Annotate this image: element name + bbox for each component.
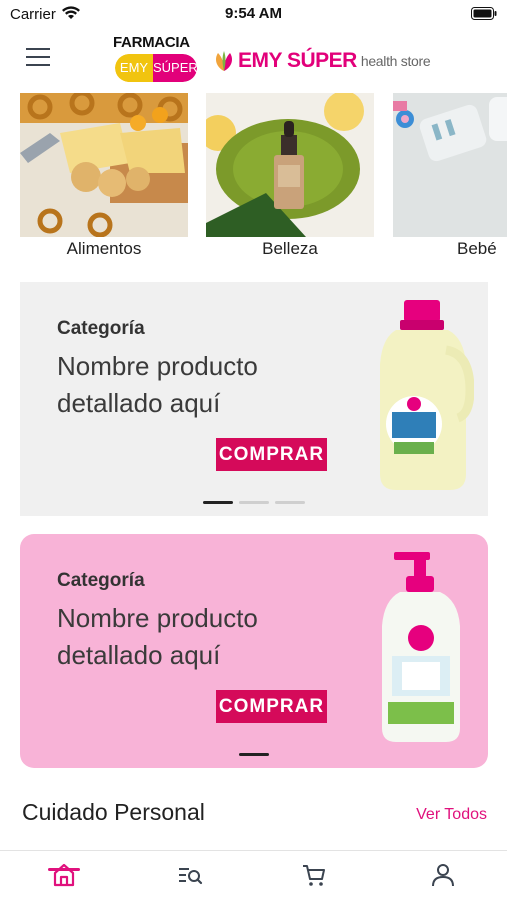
battery-icon	[471, 7, 497, 20]
farmacia-logo-left: EMY	[115, 54, 153, 82]
leaf-icon	[216, 51, 232, 71]
category-label-bebe: Bebé	[457, 239, 497, 258]
detergent-bottle-image	[380, 300, 474, 490]
emy-super-brand: EMY SÚPER	[238, 49, 357, 72]
section-title: Cuidado Personal	[22, 799, 205, 825]
tab-profile[interactable]	[423, 861, 463, 893]
see-all-link[interactable]: Ver Todos	[416, 806, 487, 824]
carousel-dot	[239, 753, 269, 756]
banner-product-name: Nombre producto detallado aquí	[57, 603, 258, 670]
category-image-alimentos	[20, 93, 188, 237]
search-list-icon	[179, 868, 203, 885]
category-tile-alimentos[interactable]: Alimentos	[20, 93, 188, 260]
farmacia-logo: FARMACIA EMY SÚPER	[113, 34, 199, 86]
promo-banner[interactable]: Categoría Nombre producto detallado aquí…	[20, 282, 488, 516]
farmacia-logo-pill: EMY SÚPER	[115, 54, 197, 82]
active-tab-indicator	[48, 868, 80, 871]
category-carousel[interactable]: Alimentos Belleza Bebé	[0, 93, 507, 265]
status-bar: Carrier 9:54 AM	[0, 0, 507, 30]
user-icon	[432, 864, 454, 887]
tab-home[interactable]	[44, 861, 84, 893]
clock-label: 9:54 AM	[225, 5, 282, 22]
menu-button[interactable]	[26, 48, 54, 70]
menu-bar	[26, 64, 50, 66]
cart-icon	[303, 865, 325, 886]
emy-super-logo: EMY SÚPER health store	[212, 44, 431, 78]
app-header: FARMACIA EMY SÚPER EMY SÚPER health stor…	[0, 30, 507, 90]
emy-super-subtitle: health store	[360, 53, 431, 69]
category-image-bebe	[393, 93, 507, 237]
menu-bar	[26, 48, 50, 50]
banner-category: Categoría	[57, 318, 145, 339]
banner-category: Categoría	[57, 570, 145, 591]
tab-search-list[interactable]	[170, 861, 210, 893]
carousel-indicator	[20, 501, 488, 504]
banner-product-name: Nombre producto detallado aquí	[57, 351, 258, 418]
menu-bar	[26, 56, 50, 58]
bottom-tab-bar	[0, 850, 507, 900]
home-icon	[53, 863, 75, 887]
tab-cart[interactable]	[294, 861, 334, 893]
carousel-indicator	[20, 753, 488, 756]
carousel-dot	[275, 501, 305, 504]
category-tile-belleza[interactable]: Belleza	[206, 93, 374, 260]
category-tile-bebe[interactable]: Bebé	[393, 93, 507, 260]
buy-button[interactable]: COMPRAR	[216, 690, 327, 723]
category-label-alimentos: Alimentos	[66, 239, 142, 258]
farmacia-logo-right: SÚPER	[153, 54, 197, 82]
soap-bottle-image	[382, 552, 460, 742]
farmacia-logo-word: FARMACIA	[113, 34, 190, 51]
carousel-dot	[203, 501, 233, 504]
category-label-belleza: Belleza	[262, 239, 318, 258]
buy-button[interactable]: COMPRAR	[216, 438, 327, 471]
category-image-belleza	[206, 93, 374, 237]
promo-banner[interactable]: Categoría Nombre producto detallado aquí…	[20, 534, 488, 768]
carousel-dot	[239, 501, 269, 504]
